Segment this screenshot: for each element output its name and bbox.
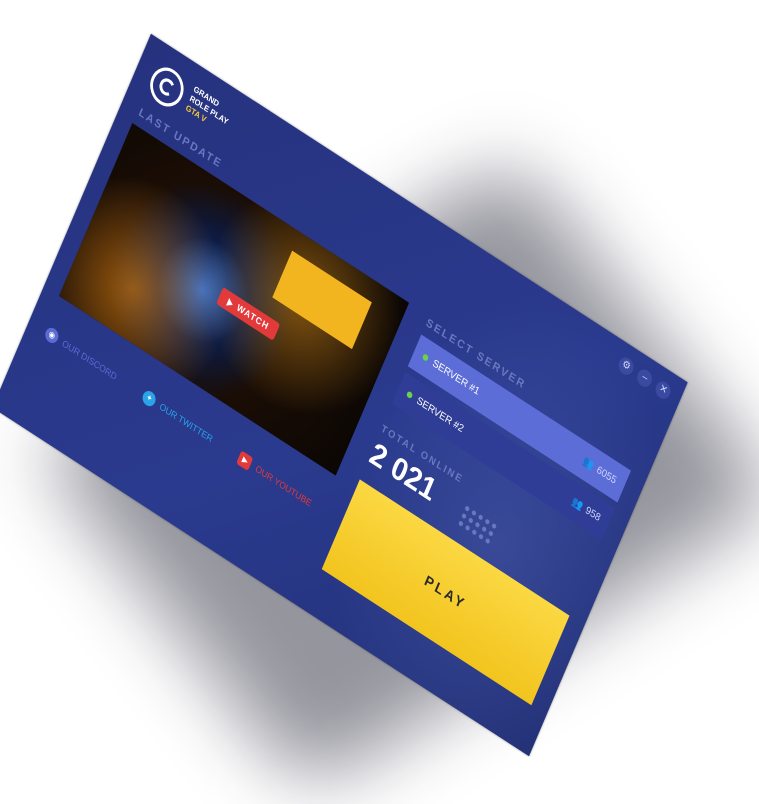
brand-title: GRAND ROLE PLAY GTA V [184, 84, 234, 137]
youtube-link[interactable]: ▶ OUR YOUTUBE [236, 450, 314, 511]
discord-label: OUR DISCORD [60, 337, 119, 383]
server-list: SERVER #1 👥 6055 SERVER #2 👥 958 [390, 334, 631, 546]
youtube-label: OUR YOUTUBE [253, 463, 314, 509]
settings-icon[interactable]: ⚙ [616, 354, 636, 379]
update-video-thumbnail[interactable]: WATCH [58, 123, 410, 476]
discord-icon: ◉ [43, 325, 61, 346]
twitter-icon: ✦ [140, 388, 158, 409]
server-name: SERVER #2 [414, 394, 466, 435]
discord-link[interactable]: ◉ OUR DISCORD [43, 325, 119, 384]
server-player-count: 958 [583, 504, 603, 524]
players-icon: 👥 [581, 454, 597, 472]
online-indicator [421, 352, 430, 362]
online-indicator [406, 389, 414, 399]
twitter-link[interactable]: ✦ OUR TWITTER [140, 388, 215, 446]
minimize-button[interactable]: – [634, 366, 655, 390]
players-icon: 👥 [569, 495, 585, 513]
play-icon [226, 297, 235, 309]
twitter-label: OUR TWITTER [158, 401, 215, 445]
logo-icon [144, 60, 190, 114]
close-button[interactable]: ✕ [653, 378, 673, 402]
youtube-icon: ▶ [236, 450, 254, 472]
server-name: SERVER #1 [430, 357, 482, 398]
server-player-count: 6055 [594, 463, 619, 487]
dots-pattern-icon [455, 502, 500, 547]
